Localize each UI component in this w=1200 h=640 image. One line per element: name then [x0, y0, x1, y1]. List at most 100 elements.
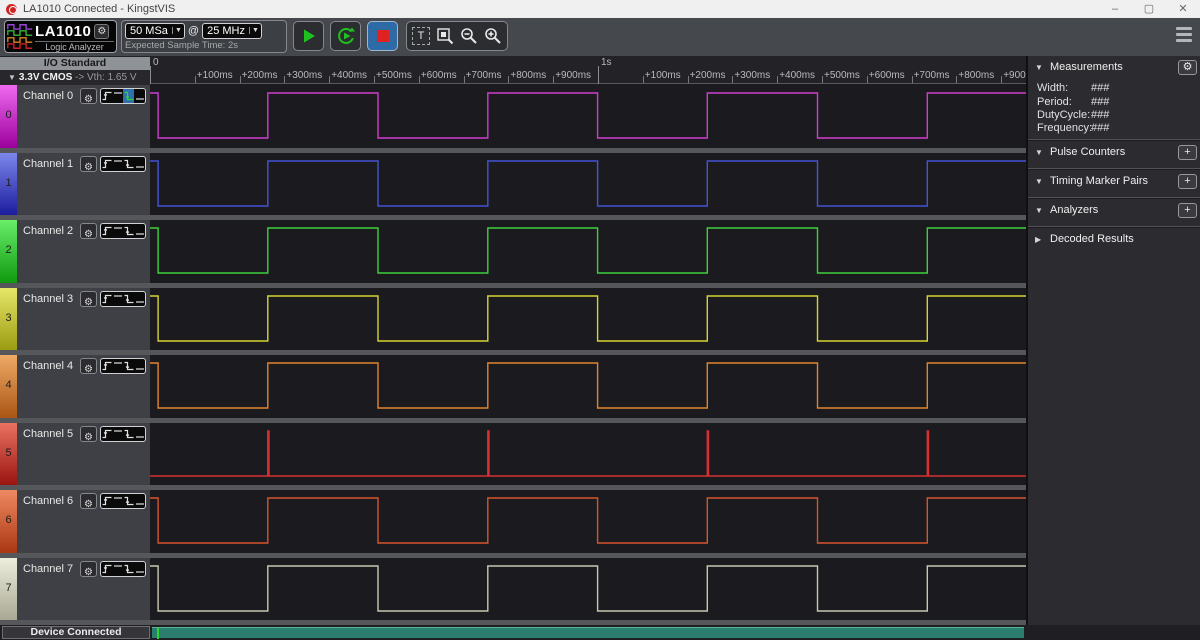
section-title: Analyzers [1050, 204, 1098, 216]
trigger-high-level-button[interactable] [112, 292, 123, 306]
channel-name[interactable]: Channel 4 [23, 360, 73, 372]
trigger-falling-edge-button[interactable] [123, 89, 134, 103]
start-button[interactable] [293, 21, 324, 51]
capture-overview-bar[interactable] [152, 627, 1024, 638]
trigger-low-level-button[interactable] [134, 292, 145, 306]
trigger-rising-edge-button[interactable] [101, 292, 112, 306]
waveform-3[interactable] [150, 288, 1026, 351]
channel-settings-button[interactable]: ⚙ [80, 426, 97, 442]
minimize-button[interactable]: – [1098, 0, 1132, 18]
chevron-down-icon: ▼ [249, 27, 261, 34]
zoom-to-selection-button[interactable] [435, 26, 455, 46]
measurement-label: DutyCycle: [1037, 109, 1090, 121]
trigger-low-level-button[interactable] [134, 89, 145, 103]
section-analyzers[interactable]: ▼ Analyzers + [1028, 201, 1200, 221]
zoom-out-button[interactable] [459, 26, 479, 46]
waveform-2[interactable] [150, 220, 1026, 283]
waveform-4[interactable] [150, 355, 1026, 418]
menu-button[interactable] [1176, 27, 1192, 45]
add-analyzer-button[interactable]: + [1178, 203, 1197, 218]
time-ruler[interactable]: 0+100ms+200ms+300ms+400ms+500ms+600ms+70… [150, 56, 1026, 84]
channel-settings-button[interactable]: ⚙ [80, 156, 97, 172]
divider [1028, 139, 1200, 141]
zoom-in-button[interactable] [483, 26, 503, 46]
trigger-low-level-button[interactable] [134, 224, 145, 238]
trigger-rising-edge-button[interactable] [101, 359, 112, 373]
trigger-rising-edge-button[interactable] [101, 224, 112, 238]
sample-rate-select[interactable]: 50 MSa ▼ [125, 23, 185, 39]
trigger-rising-edge-button[interactable] [101, 427, 112, 441]
trigger-rising-edge-button[interactable] [101, 494, 112, 508]
loop-run-button[interactable] [330, 21, 361, 51]
add-pulse-counter-button[interactable]: + [1178, 145, 1197, 160]
measurements-settings-button[interactable]: ⚙ [1178, 60, 1197, 75]
trigger-high-level-button[interactable] [112, 562, 123, 576]
waveform-5[interactable] [150, 423, 1026, 486]
section-measurements[interactable]: ▼ Measurements ⚙ [1028, 58, 1200, 78]
timing-marker-button[interactable]: T [411, 26, 431, 46]
trigger-falling-edge-button[interactable] [123, 224, 134, 238]
channel-settings-button[interactable]: ⚙ [80, 291, 97, 307]
window-title: LA1010 Connected - KingstVIS [23, 3, 175, 15]
trigger-falling-edge-button[interactable] [123, 427, 134, 441]
section-decoded-results[interactable]: ▶ Decoded Results [1028, 230, 1200, 250]
trigger-low-level-button[interactable] [134, 562, 145, 576]
channel-settings-button[interactable]: ⚙ [80, 358, 97, 374]
divider [1028, 197, 1200, 199]
waveform-1[interactable] [150, 153, 1026, 216]
stop-icon [376, 29, 390, 43]
trigger-high-level-button[interactable] [112, 494, 123, 508]
trigger-high-level-button[interactable] [112, 89, 123, 103]
stop-button[interactable] [367, 21, 398, 51]
channel-settings-button[interactable]: ⚙ [80, 223, 97, 239]
maximize-button[interactable]: ▢ [1132, 0, 1166, 18]
sample-clock-select[interactable]: 25 MHz ▼ [202, 23, 262, 39]
trigger-rising-edge-button[interactable] [101, 562, 112, 576]
trigger-low-level-button[interactable] [134, 359, 145, 373]
trigger-low-level-button[interactable] [134, 494, 145, 508]
low-level-icon [135, 226, 145, 236]
close-button[interactable]: ✕ [1166, 0, 1200, 18]
trigger-rising-edge-button[interactable] [101, 157, 112, 171]
section-timing-marker-pairs[interactable]: ▼ Timing Marker Pairs + [1028, 172, 1200, 192]
section-pulse-counters[interactable]: ▼ Pulse Counters + [1028, 143, 1200, 163]
channel-settings-button[interactable]: ⚙ [80, 561, 97, 577]
waveform-6[interactable] [150, 490, 1026, 553]
channel-name[interactable]: Channel 0 [23, 90, 73, 102]
io-standard-selector[interactable]: ▼3.3V CMOS -> Vth: 1.65 V [0, 70, 150, 85]
trigger-falling-edge-button[interactable] [123, 562, 134, 576]
trigger-high-level-button[interactable] [112, 359, 123, 373]
play-icon [301, 28, 317, 44]
wave-rows [150, 85, 1026, 625]
trigger-low-level-button[interactable] [134, 157, 145, 171]
trigger-falling-edge-button[interactable] [123, 494, 134, 508]
time-tick-label: +700ms [914, 70, 950, 81]
add-timing-marker-button[interactable]: + [1178, 174, 1197, 189]
trigger-high-level-button[interactable] [112, 427, 123, 441]
channel-settings-button[interactable]: ⚙ [80, 88, 97, 104]
trigger-rising-edge-button[interactable] [101, 89, 112, 103]
trigger-falling-edge-button[interactable] [123, 157, 134, 171]
waveform-7[interactable] [150, 558, 1026, 621]
waveform-area[interactable]: 0+100ms+200ms+300ms+400ms+500ms+600ms+70… [150, 56, 1026, 625]
channel-name[interactable]: Channel 2 [23, 225, 73, 237]
status-bar: Device Connected [0, 625, 1200, 640]
device-box[interactable]: LA1010 ⚙ Logic Analyzer [4, 20, 117, 53]
channel-name[interactable]: Channel 5 [23, 428, 73, 440]
channel-number: 7 [0, 582, 17, 594]
channel-name[interactable]: Channel 7 [23, 563, 73, 575]
measurement-label: Frequency: [1037, 122, 1092, 134]
channel-name[interactable]: Channel 3 [23, 293, 73, 305]
gear-icon: ⚙ [84, 162, 93, 173]
device-settings-button[interactable]: ⚙ [94, 24, 109, 39]
trigger-high-level-button[interactable] [112, 157, 123, 171]
measurement-label: Width: [1037, 82, 1068, 94]
channel-name[interactable]: Channel 6 [23, 495, 73, 507]
trigger-low-level-button[interactable] [134, 427, 145, 441]
trigger-high-level-button[interactable] [112, 224, 123, 238]
channel-name[interactable]: Channel 1 [23, 158, 73, 170]
trigger-falling-edge-button[interactable] [123, 292, 134, 306]
waveform-0[interactable] [150, 85, 1026, 148]
trigger-falling-edge-button[interactable] [123, 359, 134, 373]
channel-settings-button[interactable]: ⚙ [80, 493, 97, 509]
